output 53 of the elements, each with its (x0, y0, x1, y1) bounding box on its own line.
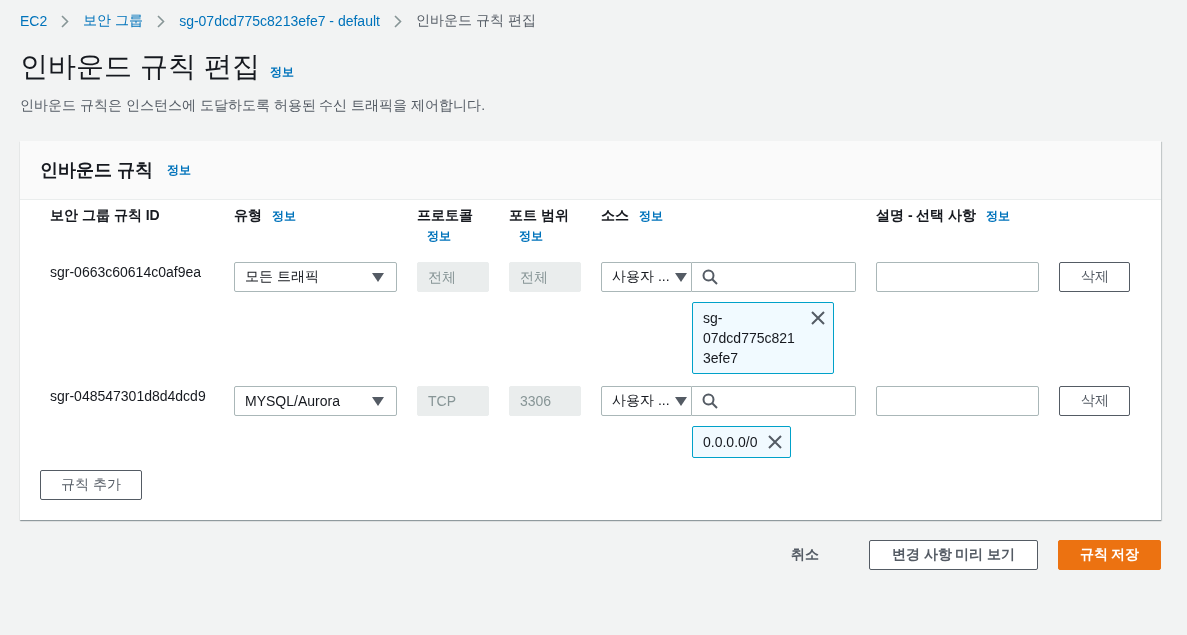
description-field[interactable] (876, 262, 1039, 292)
column-header: 소스 (601, 207, 629, 223)
breadcrumb-link[interactable]: sg-07dcd775c8213efe7 - default (179, 13, 380, 29)
rule-id: sgr-048547301d8d4dcd9 (50, 387, 207, 404)
caret-icon (675, 272, 687, 282)
info-link[interactable]: 정보 (269, 64, 294, 81)
info-link[interactable]: 정보 (639, 209, 663, 223)
search-icon (702, 393, 718, 409)
save-rules-button[interactable]: 규칙 저장 (1058, 540, 1161, 570)
cancel-button[interactable]: 취소 (771, 540, 839, 570)
type-select[interactable]: MYSQL/Aurora (234, 386, 397, 416)
info-link[interactable]: 정보 (272, 209, 296, 223)
breadcrumb-current: 인바운드 규칙 편집 (415, 12, 536, 30)
column-header: 유형 (234, 207, 262, 223)
source-type-select[interactable]: 사용자 ... (601, 262, 692, 292)
page-description: 인바운드 규칙은 인스턴스에 도달하도록 허용된 수신 트래픽을 제어합니다. (20, 97, 487, 115)
breadcrumb-link[interactable]: 보안 그룹 (83, 12, 144, 30)
info-link[interactable]: 정보 (986, 209, 1011, 223)
search-icon (702, 269, 718, 285)
caret-icon (675, 396, 687, 406)
port-range-field: 3306 (509, 386, 581, 416)
column-header: 보안 그룹 규칙 ID (50, 207, 160, 223)
port-range-field: 전체 (509, 262, 581, 292)
caret-icon (372, 272, 384, 282)
source-search-field[interactable] (692, 386, 856, 416)
info-link[interactable]: 정보 (167, 161, 191, 179)
description-field[interactable] (876, 386, 1039, 416)
preview-changes-button[interactable]: 변경 사항 미리 보기 (869, 540, 1038, 570)
source-search-field[interactable] (692, 262, 856, 292)
source-type-select[interactable]: 사용자 ... (601, 386, 692, 416)
page-title: 인바운드 규칙 편집 (20, 50, 260, 84)
token-label: 0.0.0.0/0 (703, 433, 758, 452)
chevron-right-icon (61, 14, 70, 28)
close-icon[interactable] (767, 435, 782, 449)
protocol-field: TCP (417, 386, 489, 416)
info-link[interactable]: 정보 (427, 229, 451, 243)
close-icon[interactable] (811, 311, 825, 325)
info-link[interactable]: 정보 (519, 229, 543, 243)
protocol-field: 전체 (417, 262, 489, 292)
column-header: 포트 범위 (509, 207, 569, 223)
column-header: 설명 - 선택 사항 (876, 207, 977, 223)
breadcrumb-link[interactable]: EC2 (20, 13, 48, 29)
type-select[interactable]: 모든 트래픽 (234, 262, 397, 292)
chevron-right-icon (393, 14, 402, 28)
column-header: 프로토콜 (417, 207, 473, 223)
add-rule-button[interactable]: 규칙 추가 (40, 470, 142, 500)
delete-button[interactable]: 삭제 (1059, 386, 1130, 416)
delete-button[interactable]: 삭제 (1059, 262, 1130, 292)
panel-title: 인바운드 규칙 (40, 159, 153, 182)
rule-id: sgr-0663c60614c0af9ea (50, 263, 202, 280)
token-label: sg-07dcd775c8213efe7 (703, 309, 796, 368)
caret-icon (372, 396, 384, 406)
chevron-right-icon (157, 14, 166, 28)
